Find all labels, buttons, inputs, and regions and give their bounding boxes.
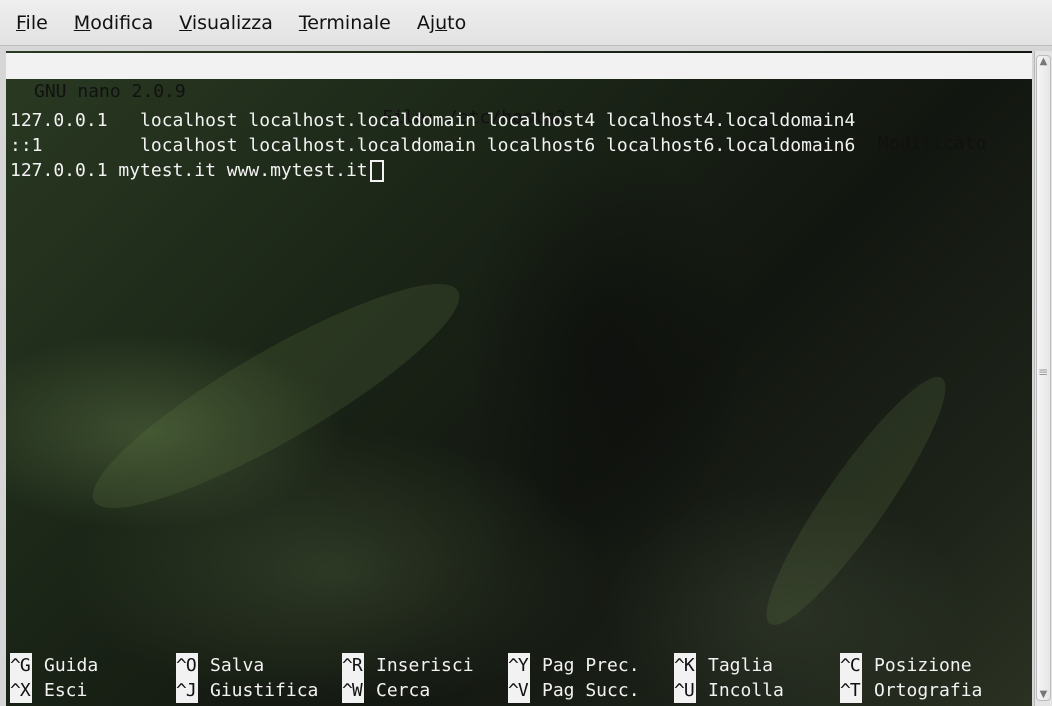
menu-visualizza[interactable]: Visualizza bbox=[175, 10, 277, 36]
grip-icon: ≡ bbox=[1038, 365, 1049, 379]
shortcut-key: ^O bbox=[176, 653, 198, 678]
shortcut-key: ^V bbox=[508, 678, 530, 703]
terminal-area[interactable]: GNU nano 2.0.9 File: /etc/hosts2 Modific… bbox=[6, 51, 1032, 706]
shortcut-key: ^T bbox=[840, 678, 862, 703]
arrow-down-icon[interactable]: ▼ bbox=[1036, 686, 1051, 704]
shortcut-giustifica: ^J Giustifica bbox=[176, 678, 318, 703]
shortcut-salva: ^O Salva bbox=[176, 653, 264, 678]
editor-line-text: 127.0.0.1 mytest.it www.mytest.it bbox=[10, 160, 368, 181]
menu-aiuto[interactable]: Ajuto bbox=[413, 10, 470, 36]
vertical-scrollbar[interactable]: ▲ ≡ ▼ bbox=[1034, 51, 1052, 706]
shortcut-label: Inserisci bbox=[376, 655, 474, 676]
shortcut-row-1: ^G Guida ^O Salva ^R Inserisci ^Y Pag Prec. … bbox=[6, 653, 1032, 678]
nano-title-bar: GNU nano 2.0.9 File: /etc/hosts2 Modific… bbox=[6, 53, 1032, 154]
shortcut-label: Pag Succ. bbox=[542, 680, 640, 701]
shortcut-key: ^W bbox=[342, 678, 364, 703]
menu-terminale[interactable]: Terminale bbox=[295, 10, 395, 36]
shortcut-key: ^R bbox=[342, 653, 364, 678]
shortcut-label: Cerca bbox=[376, 680, 431, 701]
shortcut-row-2: ^X Esci ^J Giustifica ^W Cerca ^V Pag Succ. … bbox=[6, 678, 1032, 703]
shortcut-cerca: ^W Cerca bbox=[342, 678, 430, 703]
menu-file[interactable]: File bbox=[12, 10, 52, 36]
wallpaper-leaf bbox=[745, 360, 967, 642]
menu-modifica[interactable]: Modifica bbox=[70, 10, 157, 36]
shortcut-label: Incolla bbox=[708, 680, 784, 701]
nano-version: GNU nano 2.0.9 bbox=[34, 81, 186, 102]
shortcut-posizione: ^C Posizione bbox=[840, 653, 972, 678]
menu-visualizza-mnemonic: V bbox=[179, 11, 192, 34]
shortcut-key: ^K bbox=[674, 653, 696, 678]
shortcut-label: Esci bbox=[44, 680, 88, 701]
shortcut-label: Taglia bbox=[708, 655, 774, 676]
editor-line: 127.0.0.1 localhost localhost.localdomai… bbox=[10, 110, 856, 131]
shortcut-pag-prec: ^Y Pag Prec. bbox=[508, 653, 640, 678]
editor-content[interactable]: 127.0.0.1 localhost localhost.localdomai… bbox=[10, 108, 855, 183]
menu-file-label: ile bbox=[25, 11, 48, 34]
shortcut-key: ^J bbox=[176, 678, 198, 703]
shortcut-label: Posizione bbox=[874, 655, 972, 676]
menu-aiuto-mnemonic: u bbox=[435, 11, 448, 34]
shortcut-key: ^G bbox=[10, 653, 32, 678]
menu-aiuto-label: to bbox=[447, 11, 467, 34]
menu-visualizza-label: isualizza bbox=[191, 11, 273, 34]
shortcut-incolla: ^U Incolla bbox=[674, 678, 784, 703]
menu-terminale-label: erminale bbox=[307, 11, 391, 34]
shortcut-esci: ^X Esci bbox=[10, 678, 87, 703]
shortcut-key: ^U bbox=[674, 678, 696, 703]
editor-line-current: 127.0.0.1 mytest.it www.mytest.it bbox=[10, 158, 855, 183]
shortcut-ortografia: ^T Ortografia bbox=[840, 678, 982, 703]
wallpaper-leaf bbox=[71, 252, 481, 540]
shortcut-key: ^C bbox=[840, 653, 862, 678]
shortcut-guida: ^G Guida bbox=[10, 653, 98, 678]
menu-modifica-mnemonic: M bbox=[73, 11, 91, 34]
menu-terminale-mnemonic: T bbox=[298, 11, 308, 34]
menu-modifica-label: odifica bbox=[90, 11, 154, 34]
menu-file-mnemonic: F bbox=[16, 11, 26, 34]
text-cursor bbox=[369, 160, 384, 182]
shortcut-taglia: ^K Taglia bbox=[674, 653, 773, 678]
editor-line: ::1 localhost localhost.localdomain loca… bbox=[10, 135, 856, 156]
shortcut-label: Salva bbox=[210, 655, 265, 676]
arrow-up-icon[interactable]: ▲ bbox=[1036, 53, 1051, 71]
shortcut-bar: ^G Guida ^O Salva ^R Inserisci ^Y Pag Prec. … bbox=[6, 653, 1032, 703]
shortcut-pag-succ: ^V Pag Succ. bbox=[508, 678, 640, 703]
shortcut-label: Giustifica bbox=[210, 680, 319, 701]
shortcut-label: Pag Prec. bbox=[542, 655, 640, 676]
shortcut-key: ^X bbox=[10, 678, 32, 703]
terminal-window: File Modifica Visualizza Terminale Ajuto… bbox=[0, 0, 1052, 706]
menu-bar: File Modifica Visualizza Terminale Ajuto bbox=[0, 0, 1052, 46]
shortcut-key: ^Y bbox=[508, 653, 530, 678]
menu-aiuto-prefix: Aj bbox=[416, 11, 436, 34]
shortcut-inserisci: ^R Inserisci bbox=[342, 653, 474, 678]
shortcut-label: Guida bbox=[44, 655, 99, 676]
nano-modified-status: Modificato bbox=[878, 133, 987, 154]
shortcut-label: Ortografia bbox=[874, 680, 983, 701]
